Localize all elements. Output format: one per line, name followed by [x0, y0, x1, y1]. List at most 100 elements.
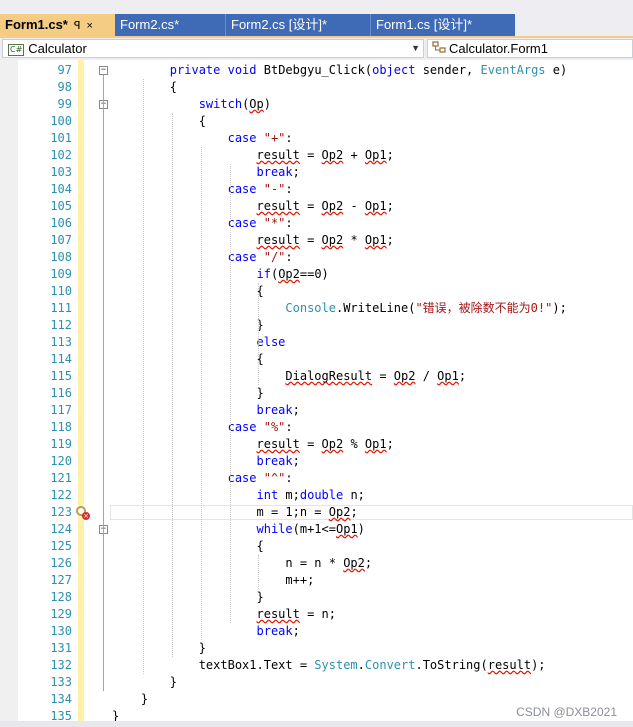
- code-line[interactable]: case "/":: [112, 249, 293, 266]
- code-line[interactable]: break;: [112, 402, 300, 419]
- code-line[interactable]: break;: [112, 623, 300, 640]
- code-line[interactable]: case "+":: [112, 130, 293, 147]
- indent-guide: [229, 164, 231, 623]
- code-line[interactable]: break;: [112, 164, 300, 181]
- document-tab-bar: Form1.cs* ꟼ × Form2.cs* Form2.cs [设计]* For…: [0, 0, 633, 36]
- code-line[interactable]: private void BtDebgyu_Click(object sende…: [112, 62, 567, 79]
- line-number: 98: [57, 80, 72, 94]
- tab-label: Form1.cs*: [5, 17, 68, 32]
- tab-form1-design[interactable]: Form1.cs [设计]*: [370, 14, 515, 36]
- line-number: 121: [50, 471, 72, 485]
- tab-form1-cs[interactable]: Form1.cs* ꟼ ×: [0, 14, 115, 36]
- code-line[interactable]: result = Op2 * Op1;: [112, 232, 394, 249]
- code-line[interactable]: m = 1;n = Op2;: [112, 504, 357, 521]
- code-line[interactable]: int m;double n;: [112, 487, 365, 504]
- line-number: 133: [50, 675, 72, 689]
- line-number: 106: [50, 216, 72, 230]
- line-number: 107: [50, 233, 72, 247]
- line-number: 109: [50, 267, 72, 281]
- line-number: 112: [50, 318, 72, 332]
- code-line[interactable]: else: [112, 334, 286, 351]
- type-dropdown[interactable]: Calculator.Form1: [427, 39, 633, 58]
- type-name: Calculator.Form1: [449, 41, 548, 56]
- line-number: 108: [50, 250, 72, 264]
- line-number: 104: [50, 182, 72, 196]
- code-line[interactable]: }: [112, 691, 148, 708]
- line-number: 130: [50, 624, 72, 638]
- project-name: Calculator: [28, 41, 87, 56]
- line-number: 116: [50, 386, 72, 400]
- tab-form2-design[interactable]: Form2.cs [设计]*: [225, 14, 370, 36]
- code-line[interactable]: switch(Op): [112, 96, 271, 113]
- watermark: CSDN @DXB2021: [516, 705, 617, 719]
- code-line[interactable]: result = n;: [112, 606, 336, 623]
- collapse-icon[interactable]: −: [99, 66, 108, 75]
- code-line[interactable]: {: [112, 113, 206, 130]
- code-line[interactable]: }: [112, 385, 263, 402]
- close-icon[interactable]: ×: [87, 20, 93, 32]
- line-number: 122: [50, 488, 72, 502]
- line-number: 124: [50, 522, 72, 536]
- line-number: 123: [50, 505, 72, 519]
- code-line[interactable]: case "^":: [112, 470, 293, 487]
- line-number: 127: [50, 573, 72, 587]
- line-number: 113: [50, 335, 72, 349]
- indent-guide: [200, 147, 202, 640]
- line-number: 129: [50, 607, 72, 621]
- chevron-down-icon[interactable]: ▼: [411, 40, 420, 57]
- indicator-margin[interactable]: [0, 60, 18, 727]
- line-number: 132: [50, 658, 72, 672]
- line-number: 131: [50, 641, 72, 655]
- line-number: 134: [50, 692, 72, 706]
- line-number: 128: [50, 590, 72, 604]
- code-line[interactable]: result = Op2 % Op1;: [112, 436, 394, 453]
- code-line[interactable]: }: [112, 640, 206, 657]
- line-number: 110: [50, 284, 72, 298]
- code-line[interactable]: }: [112, 589, 263, 606]
- code-line[interactable]: n = n * Op2;: [112, 555, 372, 572]
- code-line[interactable]: DialogResult = Op2 / Op1;: [112, 368, 466, 385]
- indent-guide: [142, 79, 144, 674]
- line-number: 126: [50, 556, 72, 570]
- class-icon: [432, 41, 446, 58]
- line-number: 117: [50, 403, 72, 417]
- line-number: 100: [50, 114, 72, 128]
- code-line[interactable]: if(Op2==0): [112, 266, 329, 283]
- outline-line: [103, 534, 104, 589]
- line-number: 101: [50, 131, 72, 145]
- code-line[interactable]: {: [112, 79, 177, 96]
- code-line[interactable]: result = Op2 - Op1;: [112, 198, 394, 215]
- code-editor[interactable]: 97 private void BtDebgyu_Click(object se…: [0, 60, 633, 727]
- line-number: 115: [50, 369, 72, 383]
- navigation-bar: C# Calculator ▼ Calculator.Form1: [0, 38, 633, 60]
- line-number: 105: [50, 199, 72, 213]
- line-number: 120: [50, 454, 72, 468]
- line-number: 97: [57, 63, 72, 77]
- csharp-project-icon: C#: [8, 44, 25, 56]
- code-line[interactable]: while(m+1<=Op1): [112, 521, 365, 538]
- code-line[interactable]: {: [112, 351, 263, 368]
- code-line[interactable]: case "*":: [112, 215, 293, 232]
- code-line[interactable]: {: [112, 283, 263, 300]
- code-line[interactable]: case "%":: [112, 419, 293, 436]
- line-number: 99: [57, 97, 72, 111]
- code-line[interactable]: textBox1.Text = System.Convert.ToString(…: [112, 657, 546, 674]
- tab-label: Form2.cs [设计]*: [231, 17, 328, 32]
- code-line[interactable]: Console.WriteLine("错误，被除数不能为0!");: [112, 300, 566, 317]
- code-line[interactable]: result = Op2 + Op1;: [112, 147, 394, 164]
- error-badge-icon: ×: [82, 512, 90, 520]
- code-line[interactable]: }: [112, 317, 263, 334]
- code-line[interactable]: }: [112, 674, 177, 691]
- line-number: 119: [50, 437, 72, 451]
- indent-guide: [258, 283, 260, 385]
- project-dropdown[interactable]: C# Calculator ▼: [2, 39, 424, 58]
- indent-guide: [258, 555, 260, 589]
- tab-label: Form2.cs*: [120, 17, 180, 32]
- line-number: 118: [50, 420, 72, 434]
- code-line[interactable]: {: [112, 538, 263, 555]
- tab-form2-cs[interactable]: Form2.cs*: [115, 14, 225, 36]
- horizontal-scrollbar[interactable]: [0, 721, 633, 727]
- pin-icon[interactable]: ꟼ: [74, 20, 81, 32]
- code-line[interactable]: case "-":: [112, 181, 293, 198]
- code-line[interactable]: break;: [112, 453, 300, 470]
